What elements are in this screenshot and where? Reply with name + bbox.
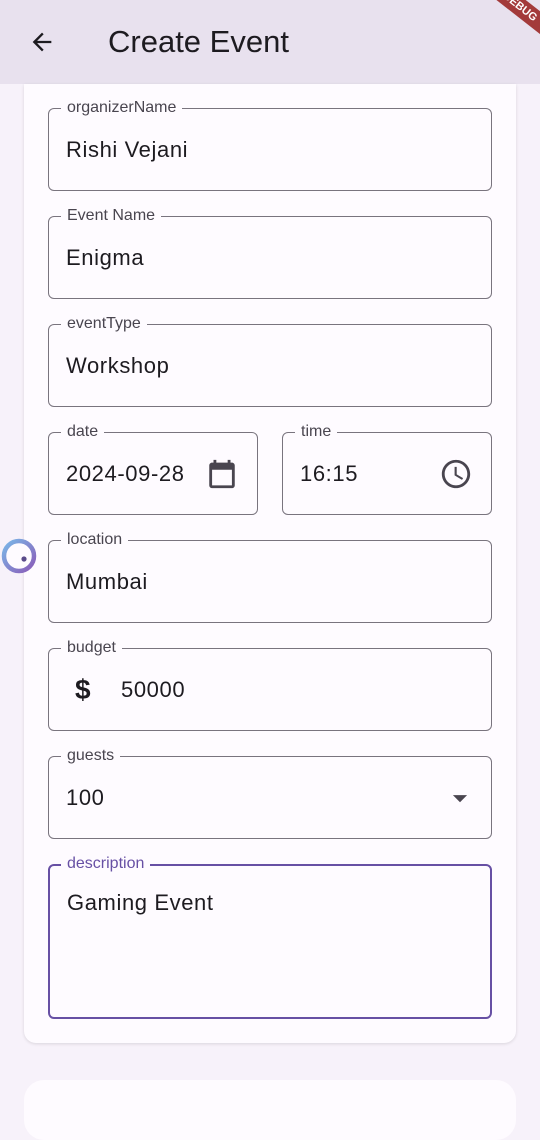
clock-icon[interactable] bbox=[439, 457, 473, 491]
debug-banner: DEBUG bbox=[482, 0, 540, 39]
location-field[interactable]: location Mumbai bbox=[48, 530, 492, 623]
location-value: Mumbai bbox=[66, 568, 148, 594]
guests-dropdown[interactable]: guests 100 bbox=[48, 746, 492, 839]
secondary-card bbox=[24, 1080, 516, 1140]
date-value: 2024-09-28 bbox=[66, 460, 185, 486]
dropdown-arrow-icon bbox=[443, 781, 477, 815]
event-type-field[interactable]: eventType Workshop bbox=[48, 314, 492, 407]
calendar-icon[interactable] bbox=[205, 457, 239, 491]
back-button[interactable] bbox=[22, 22, 62, 62]
currency-prefix-icon: $ bbox=[75, 673, 92, 705]
loading-spinner-icon bbox=[1, 538, 37, 574]
page-title: Create Event bbox=[108, 24, 289, 59]
time-value: 16:15 bbox=[300, 460, 359, 486]
description-value: Gaming Event bbox=[67, 890, 214, 915]
budget-label: budget bbox=[61, 638, 122, 658]
app-bar: Create Event DEBUG bbox=[0, 0, 540, 84]
date-field[interactable]: date 2024-09-28 bbox=[48, 422, 258, 515]
event-name-value: Enigma bbox=[66, 244, 145, 270]
description-label: description bbox=[61, 854, 151, 874]
organizer-name-value: Rishi Vejani bbox=[66, 136, 189, 162]
event-name-field[interactable]: Event Name Enigma bbox=[48, 206, 492, 299]
arrow-back-icon bbox=[32, 32, 52, 52]
budget-value: 50000 bbox=[121, 676, 186, 702]
time-field[interactable]: time 16:15 bbox=[282, 422, 492, 515]
description-field[interactable]: description Gaming Event bbox=[48, 854, 492, 1019]
budget-field[interactable]: budget $ 50000 bbox=[48, 638, 492, 731]
guests-value: 100 bbox=[66, 784, 105, 810]
event-form-card: organizerName Rishi Vejani Event Name En… bbox=[24, 84, 516, 1043]
event-type-value: Workshop bbox=[66, 352, 170, 378]
organizer-name-field[interactable]: organizerName Rishi Vejani bbox=[48, 98, 492, 191]
